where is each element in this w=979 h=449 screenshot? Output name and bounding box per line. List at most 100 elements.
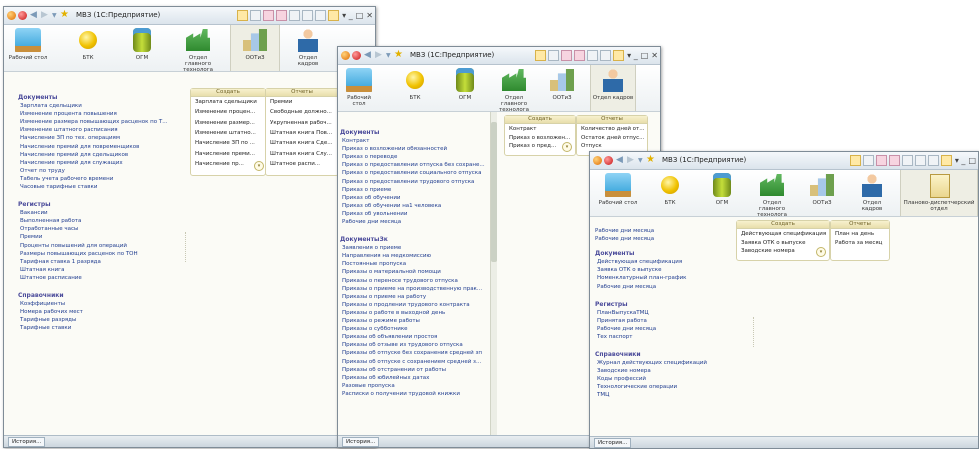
nav-link[interactable]: Заводские номера	[597, 368, 731, 374]
reports-item[interactable]: Работа за месяц	[835, 240, 887, 246]
nav-link[interactable]: Штатная книга	[20, 267, 180, 273]
nav-link[interactable]: Премии	[20, 234, 180, 240]
nav-link[interactable]: Приказы об отстранении от работы	[342, 367, 490, 373]
panel-splitter[interactable]	[185, 232, 188, 262]
section-ootiz[interactable]: ООТиЗ	[542, 65, 582, 111]
nav-link[interactable]: Рабочие дни месяца	[597, 326, 731, 332]
create-item[interactable]: Начисление преми...	[195, 151, 263, 157]
create-item[interactable]: Начисление пр...	[195, 161, 263, 167]
section-planning-dispatch[interactable]: Планово-диспетчерский отдел	[900, 170, 978, 216]
create-item[interactable]: Действующая спецификация	[741, 231, 827, 237]
section-ootiz[interactable]: ООТиЗ	[802, 170, 842, 216]
nav-link[interactable]: Приказ о предоставлении отпуска без сохр…	[342, 162, 490, 168]
back-arrow-icon[interactable]: ◀	[364, 50, 371, 60]
nav-link[interactable]: Приказ о приеме	[342, 187, 490, 193]
nav-link[interactable]: Приказ об обучении на1 человека	[342, 203, 490, 209]
nav-link[interactable]: Журнал действующих спецификаций	[597, 360, 731, 366]
nav-link[interactable]: Тарифная ставка 1 разряда	[20, 259, 180, 265]
calendar-toolbar-icon[interactable]	[574, 50, 586, 61]
nav-link[interactable]: Приказы об объявлении простоя	[342, 334, 490, 340]
section-hr[interactable]: Отдел кадров	[288, 25, 328, 71]
nav-link[interactable]: Коды профессий	[597, 376, 731, 382]
reports-item[interactable]: Премии	[270, 99, 336, 105]
history-button[interactable]: История...	[8, 437, 46, 447]
history-button[interactable]: История...	[594, 438, 632, 448]
memory-m-icon[interactable]	[901, 155, 913, 166]
dropdown-arrow-icon[interactable]: ▼	[52, 12, 57, 19]
nav-link[interactable]: Табель учета рабочего времени	[20, 176, 180, 182]
nav-link[interactable]: Приказы об юбилейных датах	[342, 375, 490, 381]
section-ootiz[interactable]: ООТиЗ	[230, 25, 280, 71]
create-item[interactable]: Контракт	[509, 126, 573, 132]
memory-mminus-icon[interactable]	[315, 10, 327, 21]
info-icon[interactable]	[940, 155, 952, 166]
calc-toolbar-icon[interactable]	[561, 50, 573, 61]
nav-link[interactable]: Приказы об отзыве из трудового отпуска	[342, 342, 490, 348]
nav-link[interactable]: Приказ о возложении обязанностей	[342, 146, 490, 152]
memory-mplus-icon[interactable]	[914, 155, 926, 166]
reports-item[interactable]: Штатная книга Пов...	[270, 130, 336, 136]
nav-link[interactable]: Тех паспорт	[597, 334, 731, 340]
nav-link[interactable]: Коэффициенты	[20, 301, 180, 307]
reports-item[interactable]: План на день	[835, 231, 887, 237]
nav-link[interactable]: Вакансии	[20, 210, 180, 216]
nav-link[interactable]: Изменение штатного расписания	[20, 127, 180, 133]
nav-link[interactable]: Постоянные пропуска	[342, 261, 490, 267]
forward-arrow-icon[interactable]: ▶	[627, 155, 634, 165]
dropdown-arrow-icon[interactable]: ▼	[386, 52, 391, 59]
nav-link[interactable]: Действующая спецификация	[597, 259, 731, 265]
nav-link[interactable]: Приказ о предоставлении социального отпу…	[342, 170, 490, 176]
create-item[interactable]: Изменение штатно...	[195, 130, 263, 136]
nav-link[interactable]: Приказ о предоставлении трудового отпуск…	[342, 179, 490, 185]
maximize-icon[interactable]: □	[968, 156, 976, 165]
panel-splitter[interactable]	[753, 317, 756, 347]
nav-link[interactable]: Размеры повышающих расценок по ТОН	[20, 251, 180, 257]
calendar-toolbar-icon[interactable]	[888, 155, 900, 166]
nav-link[interactable]: Тарифные ставки	[20, 325, 180, 331]
memory-m-icon[interactable]	[289, 10, 301, 21]
create-item[interactable]: Изменение процен...	[195, 109, 263, 115]
reports-item[interactable]: Отпуск	[581, 143, 645, 149]
nav-scrollbar[interactable]	[490, 112, 497, 436]
nav-link[interactable]: Приказы о материальной помощи	[342, 269, 490, 275]
info-icon[interactable]	[328, 10, 340, 21]
nav-link[interactable]: Номера рабочих мест	[20, 309, 180, 315]
nav-link[interactable]: Рабочие дни месяца	[595, 236, 729, 242]
create-item[interactable]: Зарплата сдельщики	[195, 99, 263, 105]
section-hr[interactable]: Отдел кадров	[590, 65, 636, 111]
memory-mminus-icon[interactable]	[927, 155, 939, 166]
section-ogm[interactable]: ОГМ	[446, 65, 484, 111]
forward-arrow-icon[interactable]: ▶	[375, 50, 382, 60]
back-arrow-icon[interactable]: ◀	[30, 10, 37, 20]
nav-link[interactable]: Начисление премий для сдельщиков	[20, 152, 180, 158]
nav-link[interactable]: Приказы об отпуске с сохранением средней…	[342, 359, 490, 365]
calc-toolbar-icon[interactable]	[263, 10, 275, 21]
reports-item[interactable]: Количество дней от...	[581, 126, 645, 132]
reports-item[interactable]: Штатная книга Слу...	[270, 151, 336, 157]
calendar-toolbar-icon[interactable]	[276, 10, 288, 21]
nav-link[interactable]: Рабочие дни месяца	[595, 228, 729, 234]
nav-link[interactable]: Расписки о получении трудовой книжки	[342, 391, 490, 397]
nav-link[interactable]: Приказы о продлении трудового контракта	[342, 302, 490, 308]
create-more-button[interactable]: ▾	[254, 161, 264, 171]
nav-link[interactable]: Заявка ОТК о выпуске	[597, 267, 731, 273]
nav-link[interactable]: Начисление ЗП по тех. операциям	[20, 135, 180, 141]
section-btk[interactable]: БТК	[650, 170, 690, 216]
info-icon[interactable]	[613, 50, 625, 61]
section-btk[interactable]: БТК	[396, 65, 434, 111]
create-item[interactable]: Заводские номера	[741, 248, 827, 254]
nav-link[interactable]: Отработанные часы	[20, 226, 180, 232]
close-icon[interactable]: ✕	[651, 51, 658, 60]
nav-link[interactable]: Приказы о переносе трудового отпуска	[342, 278, 490, 284]
nav-link[interactable]: Приказы о субботнике	[342, 326, 490, 332]
section-desktop[interactable]: Рабочий стол	[8, 25, 48, 71]
minimize-icon[interactable]: ▾ _	[627, 51, 638, 60]
section-desktop[interactable]: Рабочий стол	[598, 170, 638, 216]
nav-link[interactable]: Начисление премий для повременщиков	[20, 144, 180, 150]
nav-link[interactable]: Контракт	[342, 138, 490, 144]
nav-link[interactable]: ПланВыпускаТМЦ	[597, 310, 731, 316]
history-button[interactable]: История...	[342, 437, 380, 447]
create-item[interactable]: Заявка ОТК о выпуске	[741, 240, 827, 246]
history-toolbar-icon[interactable]	[548, 50, 560, 61]
star-toolbar-icon[interactable]	[237, 10, 249, 21]
